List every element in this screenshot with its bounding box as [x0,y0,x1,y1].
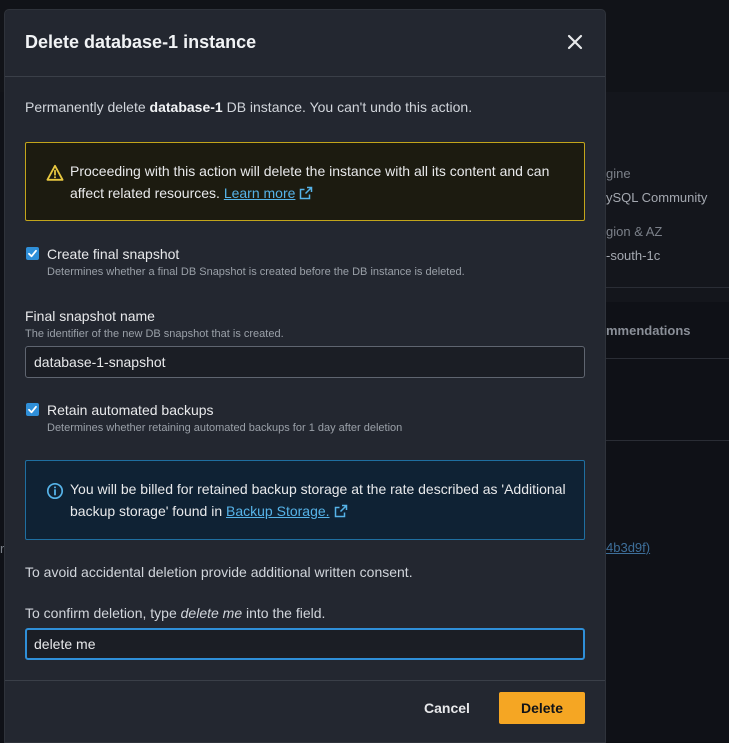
confirm-deletion-input[interactable] [25,628,585,660]
external-link-icon[interactable] [334,504,348,518]
retain-automated-backups-label[interactable]: Retain automated backups [47,402,214,418]
background-partial-id: 4b3d9f) [606,540,651,555]
intro-text: Permanently delete database-1 DB instanc… [25,99,472,115]
snapshot-name-description: The identifier of the new DB snapshot th… [25,328,284,340]
warning-icon [46,164,64,181]
warning-text: Proceeding with this action will delete … [70,160,570,204]
learn-more-link[interactable]: Learn more [224,185,296,201]
billing-info-text: You will be billed for retained backup s… [70,478,570,522]
intro-suffix: DB instance. You can't undo this action. [222,99,473,115]
create-final-snapshot-label[interactable]: Create final snapshot [47,246,179,262]
info-icon [46,482,64,500]
snapshot-name-input[interactable] [25,346,585,378]
background-divider [605,358,729,359]
background-divider [605,440,729,441]
retain-automated-backups-description: Determines whether retaining automated b… [47,422,403,434]
modal-header: Delete database-1 instance [5,10,605,77]
background-engine-value: ySQL Community [606,190,708,205]
confirm-prefix: To confirm deletion, type [25,605,181,621]
modal-title: Delete database-1 instance [25,32,257,52]
warning-alert: Proceeding with this action will delete … [25,142,585,221]
create-final-snapshot-description: Determines whether a final DB Snapshot i… [47,266,465,278]
delete-instance-modal: Delete database-1 instance Permanently d… [5,10,605,742]
intro-db-name: database-1 [149,99,223,115]
checkmark-icon [28,249,37,258]
confirm-deletion-label: To confirm deletion, type delete me into… [25,605,325,621]
background-tab-recommendations: mmendations [606,323,691,338]
retain-automated-backups-checkbox[interactable] [26,403,39,416]
background-divider [605,287,729,288]
close-button[interactable] [563,30,587,54]
consent-text: To avoid accidental deletion provide add… [25,564,413,580]
cancel-button[interactable]: Cancel [409,692,485,724]
delete-button[interactable]: Delete [499,692,585,724]
snapshot-name-label: Final snapshot name [25,308,155,324]
checkmark-icon [28,405,37,414]
background-region-value: -south-1c [606,248,661,263]
create-final-snapshot-checkbox[interactable] [26,247,39,260]
background-engine-label: gine [606,166,631,181]
background-region-label: gion & AZ [606,224,663,239]
backup-storage-link[interactable]: Backup Storage. [226,503,330,519]
confirm-suffix: into the field. [242,605,326,621]
background-partial-text: r [0,541,5,556]
confirm-phrase: delete me [180,605,243,621]
intro-prefix: Permanently delete [25,99,150,115]
billing-info-alert: You will be billed for retained backup s… [25,460,585,540]
close-icon [567,34,583,50]
external-link-icon[interactable] [299,186,313,200]
